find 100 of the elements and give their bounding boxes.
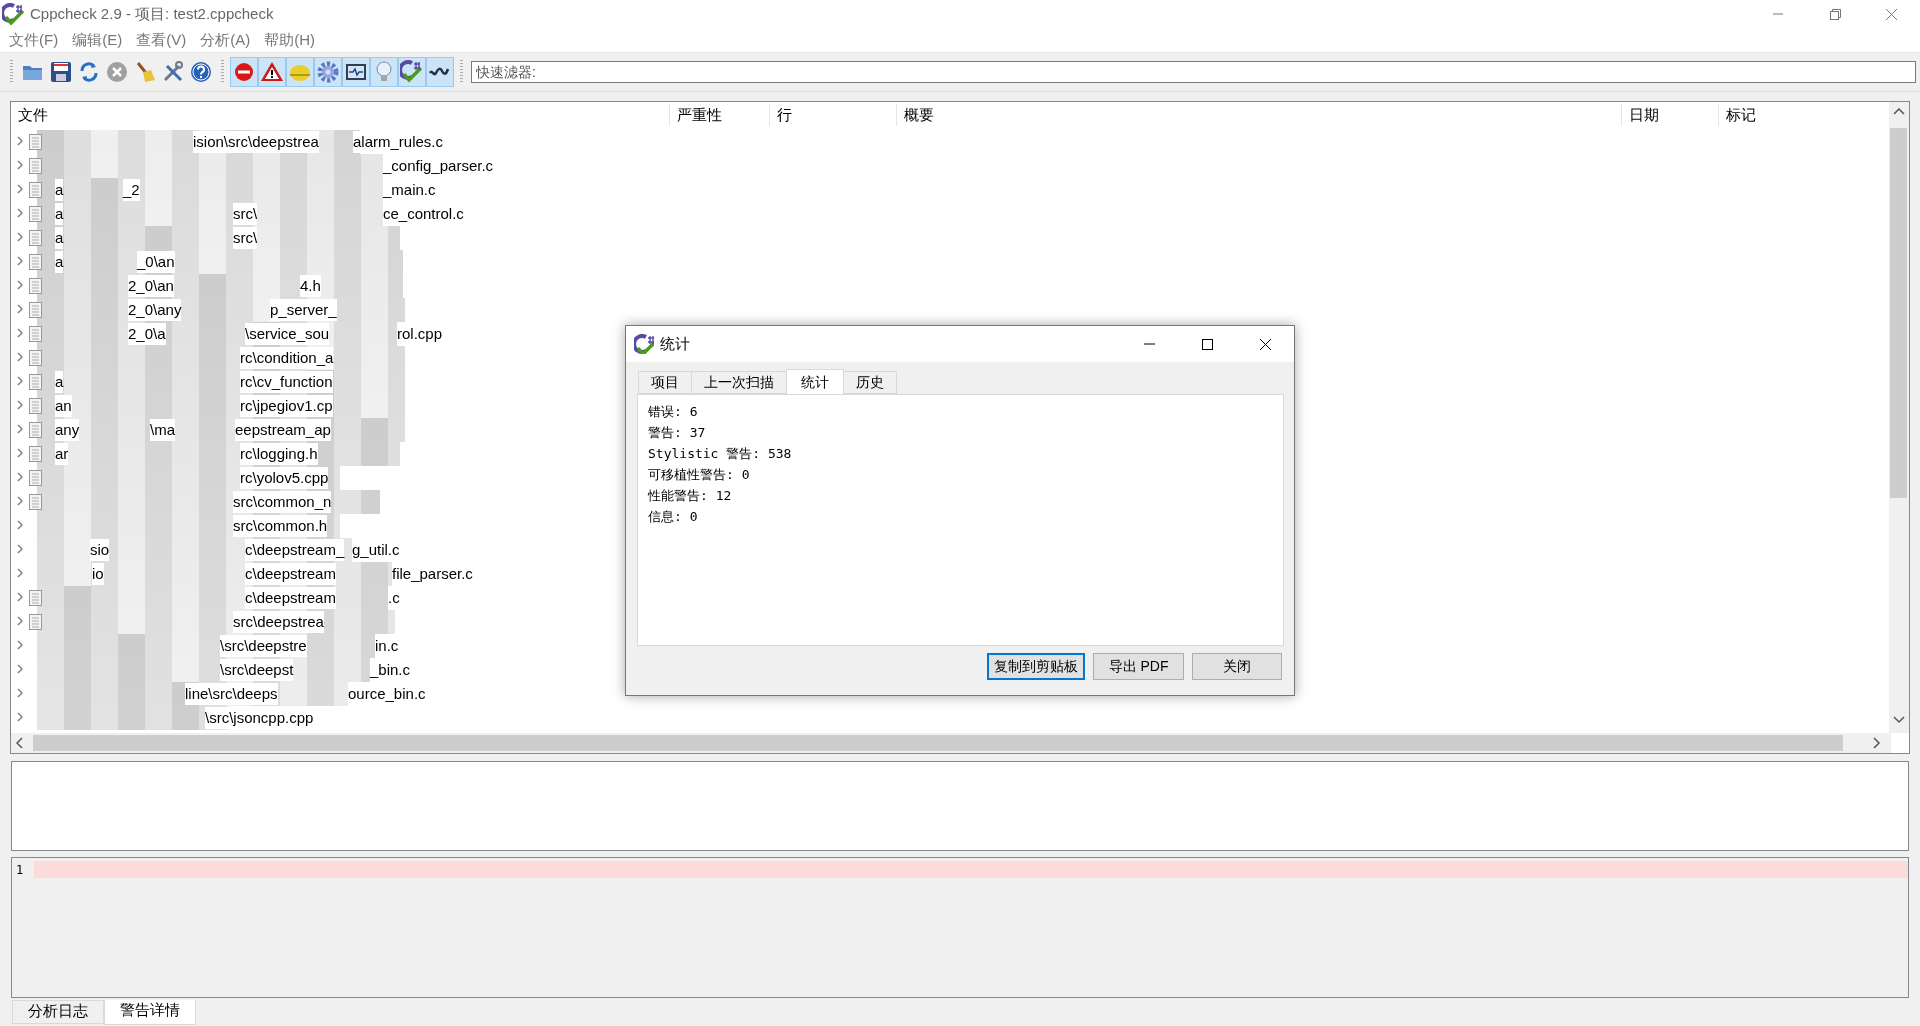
expand-chevron-icon[interactable] <box>17 352 24 362</box>
help-icon <box>189 60 213 84</box>
dialog-button[interactable]: 复制到剪贴板 <box>987 653 1085 680</box>
toolbar-button[interactable] <box>258 57 286 87</box>
file-path-text: \src\deepst <box>220 659 294 681</box>
expand-chevron-icon[interactable] <box>17 328 24 338</box>
file-path-text: eepstream_ap <box>235 419 331 441</box>
scroll-right-icon[interactable] <box>1873 737 1881 749</box>
expand-chevron-icon[interactable] <box>17 400 24 410</box>
file-path-text: io <box>92 563 104 585</box>
file-path-text: a <box>55 227 64 249</box>
scroll-up-icon[interactable] <box>1893 108 1905 116</box>
file-path-text: 2_0\an <box>128 275 174 297</box>
maximize-icon[interactable] <box>1200 337 1214 351</box>
file-path-text: _2 <box>123 179 140 201</box>
file-path-text: rc\logging.h <box>240 443 318 465</box>
dialog-tab[interactable]: 上一次扫描 <box>691 371 787 394</box>
column-header[interactable]: 概要 <box>904 106 934 125</box>
expand-chevron-icon[interactable] <box>17 616 24 626</box>
menu-item[interactable]: 编辑(E) <box>65 30 130 50</box>
expand-chevron-icon[interactable] <box>17 208 24 218</box>
expand-chevron-icon[interactable] <box>17 376 24 386</box>
scroll-down-icon[interactable] <box>1893 716 1905 724</box>
file-path-text: 2_0\a <box>128 323 166 345</box>
dialog-title: 统计 <box>660 334 691 354</box>
file-path-text: a <box>55 371 64 393</box>
menu-item[interactable]: 文件(F) <box>2 30 66 50</box>
file-path-text: src\deepstrea <box>233 611 324 633</box>
file-path-text: line\src\deeps <box>185 683 278 705</box>
dialog-button[interactable]: 关闭 <box>1192 653 1282 680</box>
column-header[interactable]: 行 <box>777 106 792 125</box>
expand-chevron-icon[interactable] <box>17 160 24 170</box>
file-path-text: a <box>55 203 64 225</box>
expand-chevron-icon[interactable] <box>17 496 24 506</box>
file-path-text: sio <box>90 539 110 561</box>
close-icon[interactable] <box>1258 337 1272 351</box>
dialog-tab[interactable]: 历史 <box>843 371 897 394</box>
expand-chevron-icon[interactable] <box>17 712 24 722</box>
expand-chevron-icon[interactable] <box>17 184 24 194</box>
column-header[interactable]: 标记 <box>1726 106 1756 125</box>
expand-chevron-icon[interactable] <box>17 448 24 458</box>
column-header[interactable]: 日期 <box>1629 106 1659 125</box>
file-path-text: c\deepstream <box>245 563 336 585</box>
dialog-button[interactable]: 导出 PDF <box>1093 653 1184 680</box>
menu-item[interactable]: 分析(A) <box>193 30 258 50</box>
scrollbar-thumb[interactable] <box>33 735 1843 751</box>
dialog-tab[interactable]: 项目 <box>638 371 692 394</box>
scroll-left-icon[interactable] <box>16 737 24 749</box>
file-path-text: _0\an <box>137 251 175 273</box>
expand-chevron-icon[interactable] <box>17 568 24 578</box>
file-path-text: rc\yolov5.cpp <box>240 467 329 489</box>
expand-chevron-icon[interactable] <box>17 688 24 698</box>
menu-item[interactable]: 查看(V) <box>129 30 194 50</box>
window-title: Cppcheck 2.9 - 项目: test2.cppcheck <box>30 4 275 24</box>
column-header[interactable]: 文件 <box>18 106 48 125</box>
expand-chevron-icon[interactable] <box>17 664 24 674</box>
expand-chevron-icon[interactable] <box>17 136 24 146</box>
expand-chevron-icon[interactable] <box>17 520 24 530</box>
expand-chevron-icon[interactable] <box>17 544 24 554</box>
expand-chevron-icon[interactable] <box>17 304 24 314</box>
scrollbar-thumb[interactable] <box>1890 128 1907 498</box>
warning-icon <box>260 60 284 84</box>
toolbar-button[interactable] <box>230 57 258 87</box>
statistics-line: 可移植性警告: 0 <box>648 466 751 484</box>
toolbar-button[interactable] <box>426 57 454 87</box>
file-path-text: \service_sou <box>245 323 330 345</box>
file-path-text: 4.h <box>300 275 321 297</box>
app-logo-icon <box>634 334 654 354</box>
expand-chevron-icon[interactable] <box>17 592 24 602</box>
file-path-text: alarm_rules.c <box>353 131 444 153</box>
column-header[interactable]: 严重性 <box>677 106 722 125</box>
statistics-line: 警告: 37 <box>648 424 707 442</box>
statistics-line: Stylistic 警告: 538 <box>648 445 793 463</box>
expand-chevron-icon[interactable] <box>17 232 24 242</box>
file-path-text: src\common_n <box>233 491 332 513</box>
expand-chevron-icon[interactable] <box>17 256 24 266</box>
file-path-text: rc\condition_a <box>240 347 334 369</box>
file-path-text: any <box>55 419 80 441</box>
panel-tab[interactable]: 警告详情 <box>104 1000 196 1025</box>
panel-tab[interactable]: 分析日志 <box>12 1000 104 1024</box>
stop-icon <box>105 60 129 84</box>
file-path-text: rc\jpegiov1.cp <box>240 395 333 417</box>
file-path-text: ar <box>55 443 69 465</box>
file-path-text: a <box>55 179 64 201</box>
restore-icon[interactable] <box>1828 7 1841 21</box>
expand-chevron-icon[interactable] <box>17 424 24 434</box>
expand-chevron-icon[interactable] <box>17 640 24 650</box>
cppcheck-logo-icon <box>400 60 424 84</box>
menu-item[interactable]: 帮助(H) <box>257 30 322 50</box>
file-path-text: ision\src\deepstrea <box>193 131 319 153</box>
toolbar-button[interactable] <box>342 57 370 87</box>
statistics-line: 信息: 0 <box>648 508 699 526</box>
toolbar-button[interactable] <box>398 57 426 87</box>
file-path-text: src\common.h <box>233 515 328 537</box>
file-path-text: src\ <box>233 227 258 249</box>
expand-chevron-icon[interactable] <box>17 280 24 290</box>
expand-chevron-icon[interactable] <box>17 472 24 482</box>
quick-filter-field[interactable]: 快速滤器: <box>471 61 1916 83</box>
dialog-tab[interactable]: 统计 <box>786 369 844 394</box>
file-path-text: an <box>55 395 72 417</box>
